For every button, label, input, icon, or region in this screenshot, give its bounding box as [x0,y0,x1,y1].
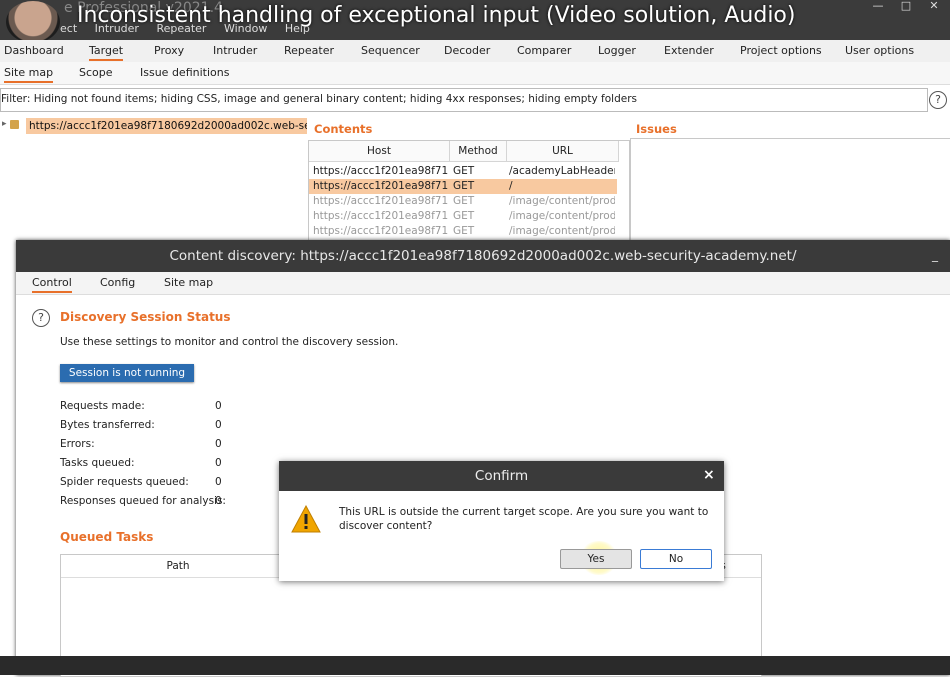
tab-target[interactable]: Target [89,44,124,61]
column-header-host[interactable]: Host [309,141,450,162]
cell-url: /image/content/produ [509,210,615,222]
column-header-method[interactable]: Method [450,141,507,162]
tab-config[interactable]: Config [100,276,135,289]
subtab-scope[interactable]: Scope [79,66,113,79]
stat-label-responses-queued: Responses queued for analysis: [60,495,226,507]
stat-label-requests-made: Requests made: [60,400,145,412]
tab-user-options[interactable]: User options [845,44,914,57]
cell-method: GET [453,225,475,237]
cell-method: GET [453,180,475,192]
stat-label-spider-requests-queued: Spider requests queued: [60,476,189,488]
tab-comparer[interactable]: Comparer [517,44,571,57]
subtab-site-map[interactable]: Site map [4,66,54,83]
tab-extender[interactable]: Extender [664,44,714,57]
cell-method: GET [453,210,475,222]
table-row-selected[interactable]: https://accc1f201ea98f71... GET / [309,179,617,194]
cell-host: https://accc1f201ea98f71... [313,210,449,222]
stat-label-errors: Errors: [60,438,95,450]
tab-decoder[interactable]: Decoder [444,44,490,57]
table-row[interactable]: https://accc1f201ea98f71... GET /image/c… [309,224,617,239]
tab-logger[interactable]: Logger [598,44,636,57]
cell-url: /academyLabHeader [509,165,615,177]
menu-item-project[interactable]: ect [60,22,77,35]
stat-label-tasks-queued: Tasks queued: [60,457,135,469]
issues-heading: Issues [636,122,677,136]
sub-tab-bar: Site map Scope Issue definitions [0,62,950,85]
confirm-titlebar[interactable]: Confirm × [279,461,724,491]
cell-url: /image/content/produ [509,195,615,207]
cell-url: / [509,180,513,192]
video-title: Inconsistent handling of exceptional inp… [77,3,796,28]
confirm-title: Confirm [474,468,529,484]
section-description: Use these settings to monitor and contro… [60,336,399,348]
tab-sequencer[interactable]: Sequencer [361,44,420,57]
maximize-icon[interactable]: □ [892,0,920,14]
stat-value-spider-requests-queued: 0 [215,476,222,488]
site-map-tree: ▸ https://accc1f201ea98f7180692d2000ad00… [0,116,307,241]
tab-site-map[interactable]: Site map [164,276,213,289]
tab-control[interactable]: Control [32,276,72,293]
cell-host: https://accc1f201ea98f71... [313,195,449,207]
yes-button[interactable]: Yes [560,549,632,569]
cell-method: GET [453,195,475,207]
lock-icon [10,120,19,129]
confirm-dialog: Confirm × This URL is outside the curren… [279,461,724,581]
no-button[interactable]: No [640,549,712,569]
warning-icon [291,505,321,533]
cell-host: https://accc1f201ea98f71... [313,165,449,177]
content-discovery-tabs: Control Config Site map [16,272,950,295]
filter-bar[interactable]: Filter: Hiding not found items; hiding C… [0,88,928,112]
table-row[interactable]: https://accc1f201ea98f71... GET /academy… [309,164,617,179]
tab-repeater[interactable]: Repeater [284,44,334,57]
tab-project-options[interactable]: Project options [740,44,822,57]
subtab-issue-definitions[interactable]: Issue definitions [140,66,229,79]
stat-label-bytes-transferred: Bytes transferred: [60,419,155,431]
stat-value-responses-queued: 0 [215,495,222,507]
content-discovery-titlebar[interactable]: Content discovery: https://accc1f201ea98… [16,240,950,272]
stat-value-requests-made: 0 [215,400,222,412]
main-tab-bar: Dashboard Target Proxy Intruder Repeater… [0,40,950,63]
cell-host: https://accc1f201ea98f71... [313,180,449,192]
expand-arrow-icon[interactable]: ▸ [2,119,7,129]
tab-dashboard[interactable]: Dashboard [4,44,64,57]
stat-value-tasks-queued: 0 [215,457,222,469]
contents-heading: Contents [314,122,373,136]
session-toggle-button[interactable]: Session is not running [60,364,194,382]
help-icon[interactable]: ? [32,309,50,327]
minimize-icon[interactable]: _ [932,248,938,262]
app-titlebar: e Professional v2021.4 ect Intruder Repe… [0,0,950,44]
column-header-url[interactable]: URL [507,141,619,162]
issues-panel [630,138,950,242]
table-row[interactable]: https://accc1f201ea98f71... GET /image/c… [309,194,617,209]
close-icon[interactable]: × [703,467,715,483]
section-title-queued-tasks: Queued Tasks [60,530,154,544]
cell-method: GET [453,165,475,177]
minimize-icon[interactable]: — [864,0,892,14]
tab-intruder[interactable]: Intruder [213,44,257,57]
table-row[interactable]: https://accc1f201ea98f71... GET /image/c… [309,209,617,224]
tab-proxy[interactable]: Proxy [154,44,184,57]
filter-text: Filter: Hiding not found items; hiding C… [1,93,638,105]
cell-url: /image/content/produ [509,225,615,237]
video-control-bar [0,656,950,675]
column-header-path[interactable]: Path [61,555,296,578]
content-discovery-title: Content discovery: https://accc1f201ea98… [169,248,797,264]
section-title-discovery-session-status: Discovery Session Status [60,310,231,324]
window-controls: — □ ✕ [864,0,950,14]
close-icon[interactable]: ✕ [920,0,948,14]
cell-host: https://accc1f201ea98f71... [313,225,449,237]
help-icon[interactable]: ? [929,91,947,109]
content-discovery-window: Content discovery: https://accc1f201ea98… [16,240,950,677]
confirm-message: This URL is outside the current target s… [339,506,709,532]
contents-table: Host Method URL https://accc1f201ea98f71… [308,140,630,242]
stat-value-errors: 0 [215,438,222,450]
tree-node[interactable]: ▸ https://accc1f201ea98f7180692d2000ad00… [0,118,307,134]
stat-value-bytes-transferred: 0 [215,419,222,431]
tree-node-url: https://accc1f201ea98f7180692d2000ad002c… [26,118,307,134]
presenter-avatar [6,1,60,43]
